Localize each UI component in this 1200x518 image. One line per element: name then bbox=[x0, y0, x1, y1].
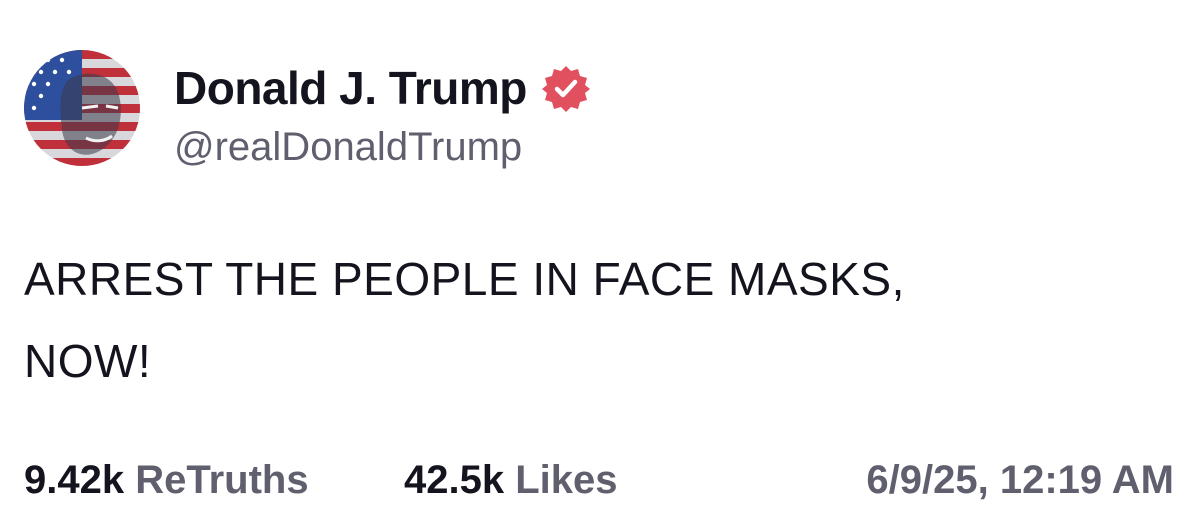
retruths-stat[interactable]: 9.42k ReTruths bbox=[24, 450, 309, 510]
retruths-count: 9.42k bbox=[24, 458, 125, 502]
verified-badge-icon bbox=[541, 64, 591, 114]
post-timestamp[interactable]: 6/9/25, 12:19 AM bbox=[866, 450, 1174, 510]
likes-stat[interactable]: 42.5k Likes bbox=[404, 450, 618, 510]
avatar-flag-portrait-icon bbox=[24, 50, 140, 166]
post-card: Donald J. Trump @realDonaldTrump ARREST … bbox=[0, 0, 1200, 518]
avatar[interactable] bbox=[24, 50, 140, 166]
likes-count: 42.5k bbox=[404, 458, 505, 502]
author-display-name[interactable]: Donald J. Trump bbox=[174, 58, 591, 118]
retruths-label: ReTruths bbox=[135, 458, 309, 502]
post-footer: 9.42k ReTruths 42.5k Likes 6/9/25, 12:19… bbox=[24, 450, 1174, 510]
likes-label: Likes bbox=[515, 458, 618, 502]
author-handle[interactable]: @realDonaldTrump bbox=[174, 122, 522, 172]
author-name-text: Donald J. Trump bbox=[174, 62, 527, 114]
post-body-text: ARREST THE PEOPLE IN FACE MASKS, NOW! bbox=[24, 253, 905, 387]
